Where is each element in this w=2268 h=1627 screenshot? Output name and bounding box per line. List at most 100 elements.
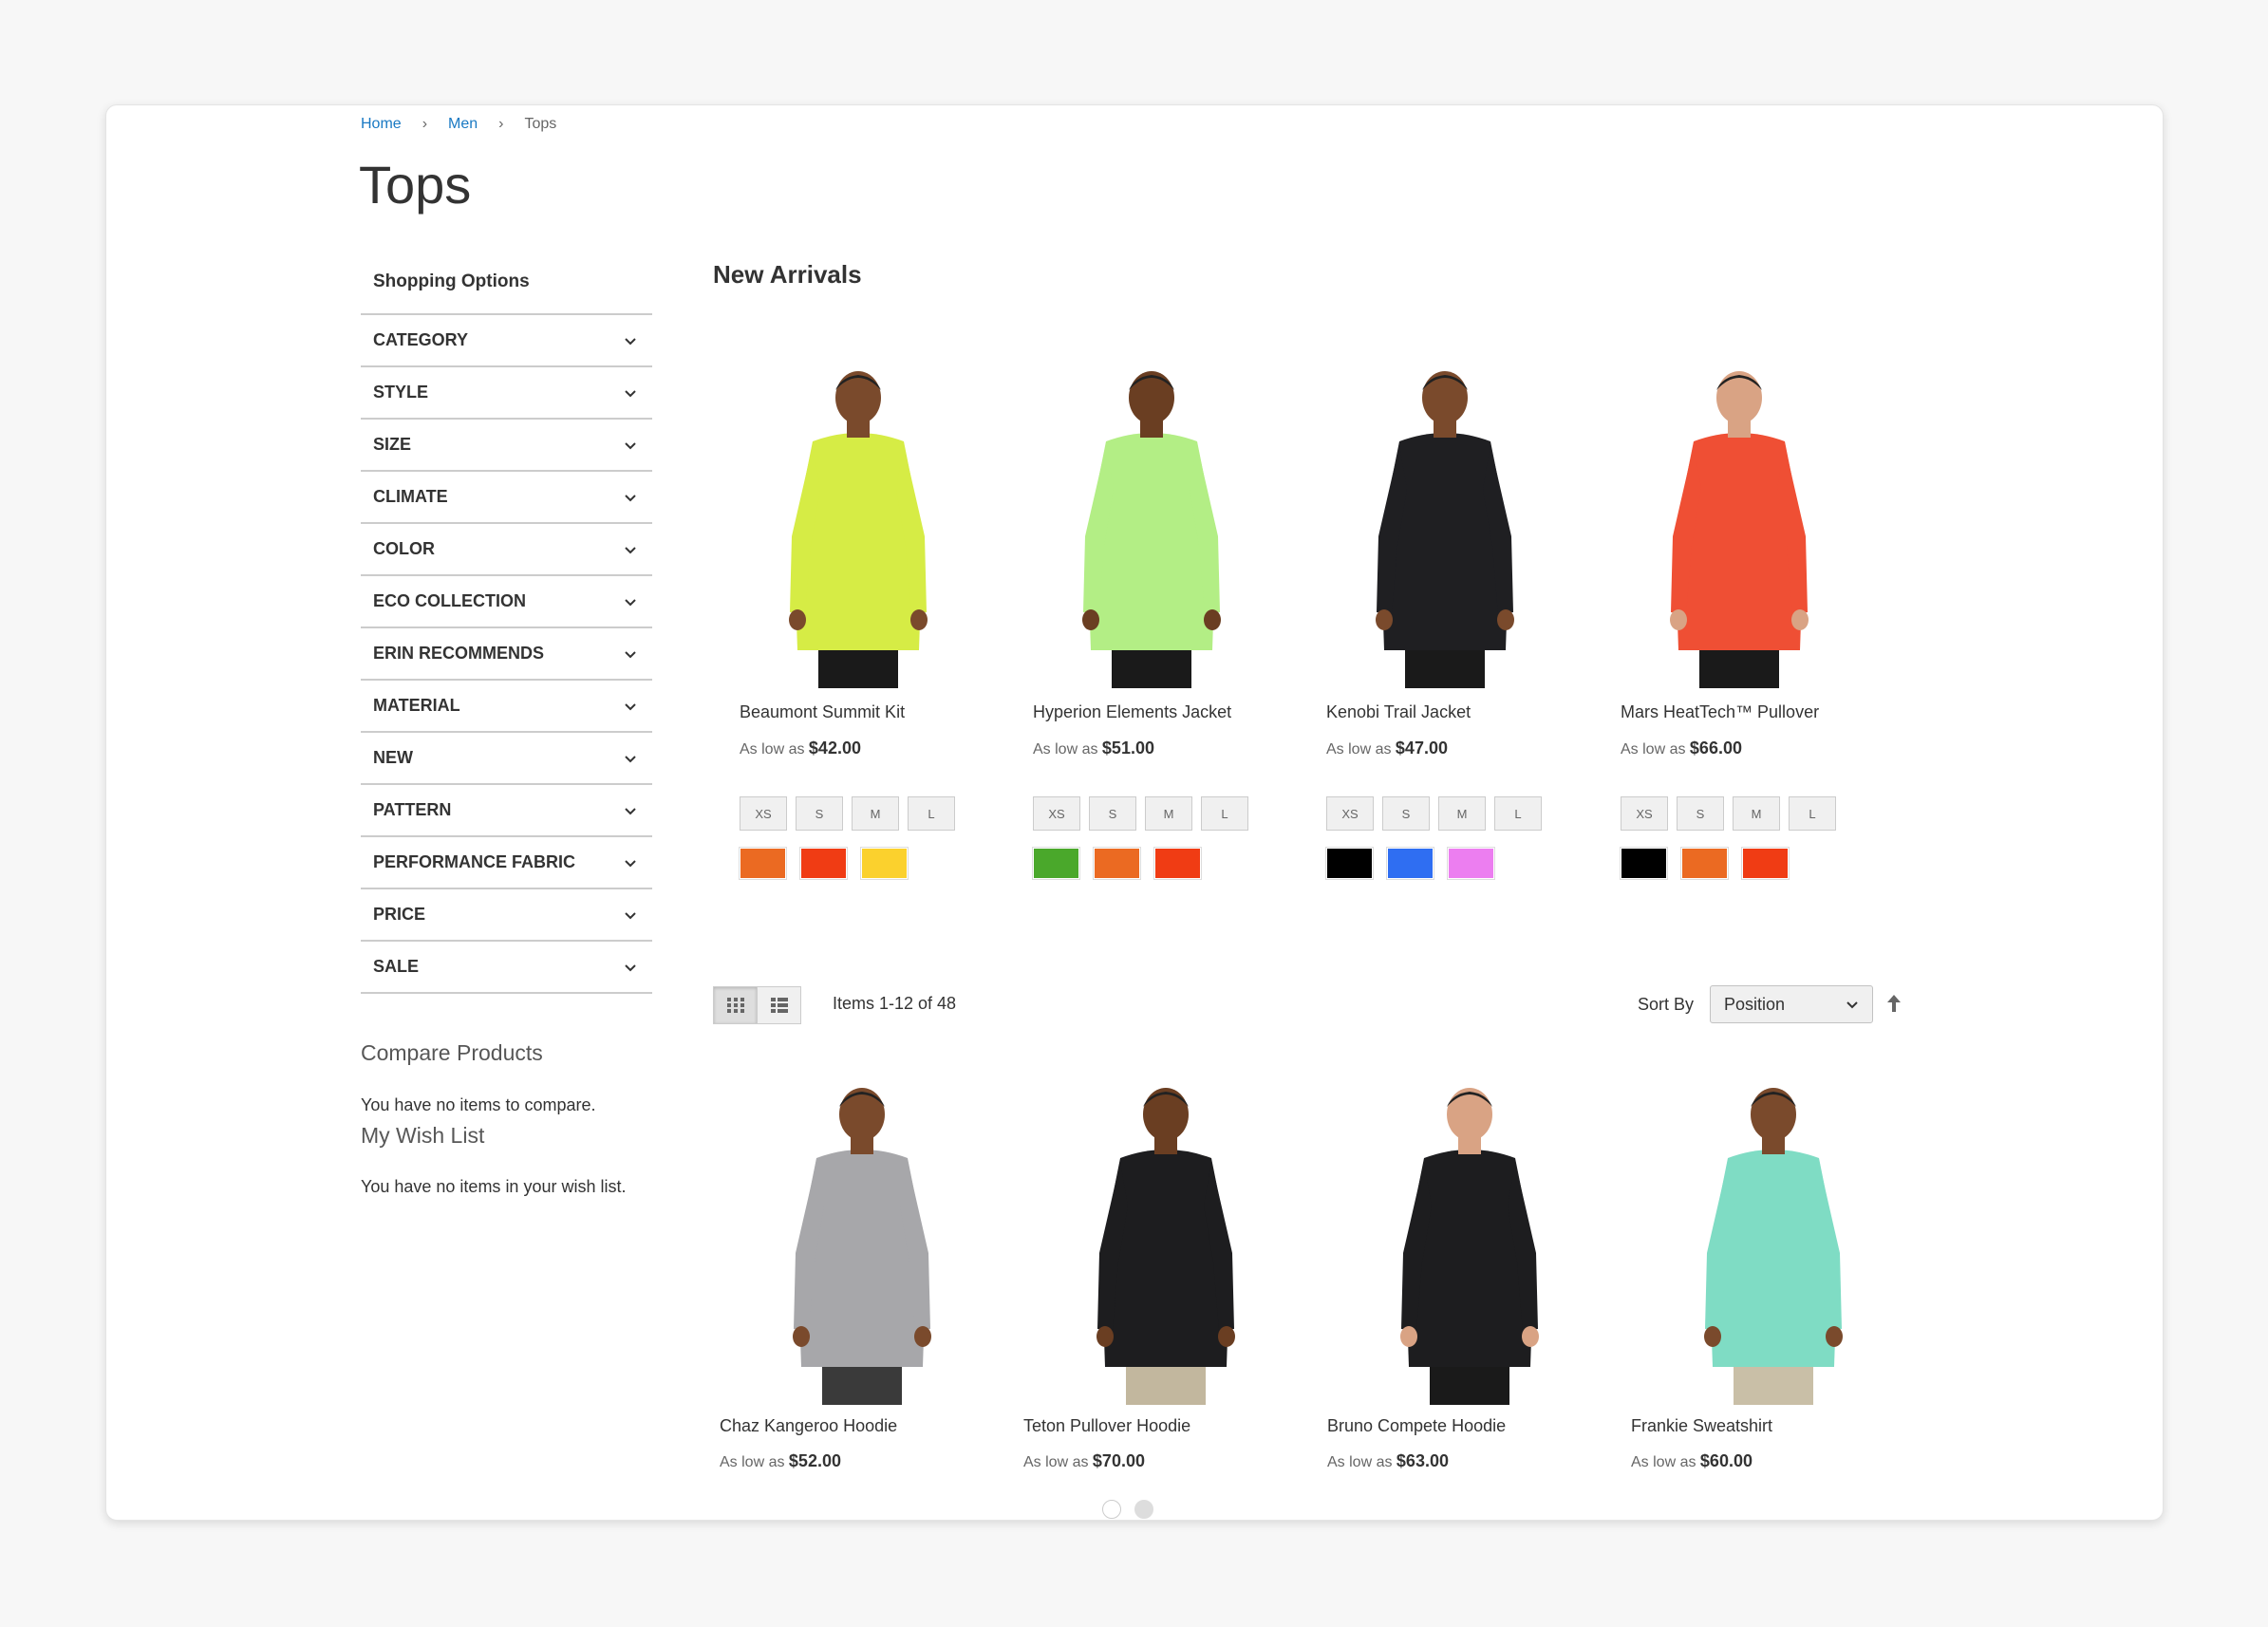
color-swatch[interactable] (1093, 847, 1141, 880)
color-options (739, 847, 977, 880)
product-price: As low as $47.00 (1326, 739, 1564, 758)
size-option-l[interactable]: L (1494, 796, 1542, 831)
breadcrumb-home[interactable]: Home (361, 116, 402, 133)
size-option-s[interactable]: S (1382, 796, 1430, 831)
product-image-wrapper[interactable] (1033, 365, 1270, 688)
items-count: Items 1-12 of 48 (833, 994, 957, 1013)
product-image-wrapper[interactable] (1621, 365, 1858, 688)
color-swatch[interactable] (1741, 847, 1790, 880)
product-price: As low as $63.00 (1327, 1451, 1612, 1471)
new-arrivals-title: New Arrivals (713, 260, 862, 289)
price-value: $47.00 (1395, 739, 1448, 757)
product-image-wrapper[interactable] (720, 1071, 1004, 1405)
sort-direction-button[interactable] (1884, 990, 1904, 1017)
product-name[interactable]: Hyperion Elements Jacket (1033, 702, 1270, 722)
carousel-dot[interactable] (1102, 1500, 1121, 1519)
new-arrival-card[interactable]: Beaumont Summit Kit As low as $42.00 XS S… (739, 365, 977, 880)
compare-empty-text: You have no items to compare. (361, 1095, 596, 1114)
size-option-m[interactable]: M (1438, 796, 1486, 831)
product-card[interactable]: Chaz Kangeroo Hoodie As low as $52.00 (720, 1071, 1004, 1471)
product-card[interactable]: Teton Pullover Hoodie As low as $70.00 (1023, 1071, 1308, 1471)
grid-view-icon (726, 998, 744, 1013)
filter-climate[interactable]: CLIMATE (361, 472, 652, 524)
breadcrumb-separator-icon: › (498, 116, 504, 132)
product-card[interactable]: Frankie Sweatshirt As low as $60.00 (1631, 1071, 1916, 1471)
product-name[interactable]: Bruno Compete Hoodie (1327, 1416, 1612, 1436)
color-swatch[interactable] (1032, 847, 1080, 880)
size-option-l[interactable]: L (1201, 796, 1248, 831)
product-image-wrapper[interactable] (1023, 1071, 1308, 1405)
price-prefix: As low as (740, 741, 805, 757)
size-option-xs[interactable]: XS (1326, 796, 1374, 831)
filter-sale[interactable]: SALE (361, 942, 652, 994)
product-image-wrapper[interactable] (1631, 1071, 1916, 1405)
color-swatch[interactable] (1386, 847, 1434, 880)
size-option-xs[interactable]: XS (1621, 796, 1668, 831)
size-option-s[interactable]: S (1089, 796, 1136, 831)
chevron-down-icon (621, 645, 640, 664)
color-swatch[interactable] (1153, 847, 1202, 880)
sort-by-select[interactable]: Position (1710, 985, 1873, 1023)
product-name[interactable]: Mars HeatTech™ Pullover (1621, 702, 1858, 722)
size-option-m[interactable]: M (1733, 796, 1780, 831)
color-swatch[interactable] (1447, 847, 1495, 880)
chevron-down-icon (621, 592, 640, 611)
chevron-down-icon (621, 697, 640, 716)
carousel-dot[interactable] (1134, 1500, 1153, 1519)
filter-pattern[interactable]: PATTERN (361, 785, 652, 837)
sort-by-value: Position (1724, 994, 1786, 1014)
product-price: As low as $51.00 (1033, 739, 1270, 758)
color-swatch[interactable] (799, 847, 848, 880)
list-view-button[interactable] (757, 986, 801, 1024)
color-swatch[interactable] (1620, 847, 1668, 880)
product-name[interactable]: Frankie Sweatshirt (1631, 1416, 1916, 1436)
size-option-s[interactable]: S (796, 796, 843, 831)
product-card[interactable]: Bruno Compete Hoodie As low as $63.00 (1327, 1071, 1612, 1471)
size-option-m[interactable]: M (1145, 796, 1192, 831)
new-arrival-card[interactable]: Hyperion Elements Jacket As low as $51.0… (1032, 365, 1270, 880)
product-name[interactable]: Beaumont Summit Kit (740, 702, 977, 722)
chevron-down-icon (621, 906, 640, 925)
size-option-xs[interactable]: XS (740, 796, 787, 831)
size-option-l[interactable]: L (1789, 796, 1836, 831)
product-image (1082, 371, 1221, 688)
price-prefix: As low as (1621, 741, 1686, 757)
product-price: As low as $70.00 (1023, 1451, 1308, 1471)
filter-color[interactable]: COLOR (361, 524, 652, 576)
price-prefix: As low as (1327, 1454, 1393, 1470)
price-value: $63.00 (1396, 1451, 1449, 1470)
product-image-wrapper[interactable] (1327, 1071, 1612, 1405)
filter-new[interactable]: NEW (361, 733, 652, 785)
filter-price[interactable]: PRICE (361, 889, 652, 942)
product-name[interactable]: Chaz Kangeroo Hoodie (720, 1416, 1004, 1436)
color-swatch[interactable] (1325, 847, 1374, 880)
breadcrumb-men[interactable]: Men (448, 116, 478, 133)
chevron-down-icon (621, 488, 640, 507)
product-name[interactable]: Teton Pullover Hoodie (1023, 1416, 1308, 1436)
filter-eco-collection[interactable]: ECO COLLECTION (361, 576, 652, 628)
new-arrival-card[interactable]: Mars HeatTech™ Pullover As low as $66.00… (1620, 365, 1858, 880)
size-option-l[interactable]: L (908, 796, 955, 831)
size-options: XS S M L (1621, 796, 1858, 831)
chevron-down-icon (621, 749, 640, 768)
product-image-wrapper[interactable] (1326, 365, 1564, 688)
size-option-m[interactable]: M (852, 796, 899, 831)
size-option-xs[interactable]: XS (1033, 796, 1080, 831)
filter-performance-fabric[interactable]: PERFORMANCE FABRIC (361, 837, 652, 889)
color-swatch[interactable] (860, 847, 909, 880)
color-swatch[interactable] (1680, 847, 1729, 880)
breadcrumb: Home › Men › Tops (361, 116, 556, 133)
filter-style[interactable]: STYLE (361, 367, 652, 420)
filter-category[interactable]: CATEGORY (361, 315, 652, 367)
filter-erin-recommends[interactable]: ERIN RECOMMENDS (361, 628, 652, 681)
product-name[interactable]: Kenobi Trail Jacket (1326, 702, 1564, 722)
grid-view-button[interactable] (713, 986, 758, 1024)
price-prefix: As low as (1631, 1454, 1696, 1470)
new-arrival-card[interactable]: Kenobi Trail Jacket As low as $47.00 XS S… (1325, 365, 1564, 880)
size-option-s[interactable]: S (1677, 796, 1724, 831)
filter-label: MATERIAL (373, 696, 460, 715)
product-image-wrapper[interactable] (740, 365, 977, 688)
filter-size[interactable]: SIZE (361, 420, 652, 472)
color-swatch[interactable] (739, 847, 787, 880)
filter-material[interactable]: MATERIAL (361, 681, 652, 733)
